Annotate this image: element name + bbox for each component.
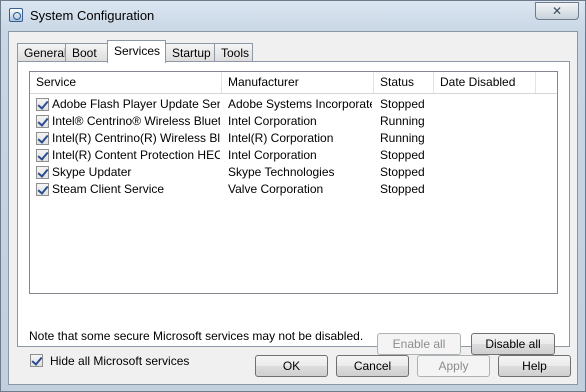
- service-status: Stopped: [380, 182, 425, 196]
- table-row[interactable]: Skype Updater Skype Technologies Stopped: [30, 164, 557, 181]
- hide-microsoft-services-label: Hide all Microsoft services: [50, 354, 190, 368]
- service-manufacturer: Adobe Systems Incorporated: [228, 97, 372, 111]
- service-name: Adobe Flash Player Update Service: [52, 97, 220, 111]
- tab-general[interactable]: General: [17, 43, 67, 62]
- service-checkbox[interactable]: [36, 183, 49, 196]
- title-bar[interactable]: System Configuration ✕: [1, 1, 585, 31]
- dialog-client-area: General Boot Services Startup Tools Serv…: [8, 31, 578, 385]
- service-date-disabled: [440, 130, 534, 147]
- service-manufacturer: Skype Technologies: [228, 165, 335, 179]
- service-checkbox[interactable]: [36, 166, 49, 179]
- service-status: Running: [380, 131, 425, 145]
- ok-button[interactable]: OK: [255, 355, 328, 377]
- hide-microsoft-services-checkbox[interactable]: [30, 354, 43, 367]
- service-name: Intel(R) Content Protection HEC...: [52, 148, 220, 162]
- enable-all-button[interactable]: Enable all: [377, 333, 461, 355]
- column-header-status[interactable]: Status: [374, 72, 434, 93]
- close-button[interactable]: ✕: [535, 2, 579, 20]
- tab-services[interactable]: Services: [107, 40, 166, 63]
- tab-startup[interactable]: Startup: [165, 43, 215, 62]
- service-checkbox[interactable]: [36, 149, 49, 162]
- service-date-disabled: [440, 113, 534, 130]
- checkmark-icon: [37, 98, 49, 110]
- service-date-disabled: [440, 96, 534, 113]
- apply-button[interactable]: Apply: [417, 355, 490, 377]
- services-tab-panel: Service Manufacturer Status Date Disable…: [17, 61, 570, 368]
- column-header-manufacturer[interactable]: Manufacturer: [222, 72, 374, 93]
- disable-all-button[interactable]: Disable all: [471, 333, 555, 355]
- service-manufacturer: Intel Corporation: [228, 148, 317, 162]
- window-title: System Configuration: [30, 8, 155, 23]
- table-row[interactable]: Intel® Centrino® Wireless Bluet... Intel…: [30, 113, 557, 130]
- service-name: Steam Client Service: [52, 182, 165, 196]
- table-row[interactable]: Steam Client Service Valve Corporation S…: [30, 181, 557, 198]
- service-manufacturer: Intel(R) Corporation: [228, 131, 334, 145]
- service-checkbox[interactable]: [36, 115, 49, 128]
- cancel-button[interactable]: Cancel: [336, 355, 409, 377]
- service-date-disabled: [440, 164, 534, 181]
- service-checkbox[interactable]: [36, 132, 49, 145]
- column-header-date-disabled[interactable]: Date Disabled: [434, 72, 536, 93]
- table-row[interactable]: Intel(R) Content Protection HEC... Intel…: [30, 147, 557, 164]
- table-row[interactable]: Intel(R) Centrino(R) Wireless Blu... Int…: [30, 130, 557, 147]
- service-name: Intel® Centrino® Wireless Bluet...: [52, 114, 220, 128]
- service-name: Intel(R) Centrino(R) Wireless Blu...: [52, 131, 220, 145]
- service-manufacturer: Valve Corporation: [228, 182, 324, 196]
- checkmark-icon: [37, 183, 49, 195]
- checkmark-icon: [37, 166, 49, 178]
- service-status: Stopped: [380, 97, 425, 111]
- tab-tools[interactable]: Tools: [214, 43, 253, 62]
- table-row[interactable]: Adobe Flash Player Update Service Adobe …: [30, 96, 557, 113]
- service-date-disabled: [440, 147, 534, 164]
- service-name: Skype Updater: [52, 165, 132, 179]
- service-status: Stopped: [380, 148, 425, 162]
- checkmark-icon: [31, 354, 43, 366]
- checkmark-icon: [37, 149, 49, 161]
- service-status: Running: [380, 114, 425, 128]
- checkmark-icon: [37, 115, 49, 127]
- system-configuration-window: System Configuration ✕ General Boot Serv…: [0, 0, 586, 392]
- services-list[interactable]: Service Manufacturer Status Date Disable…: [29, 71, 558, 294]
- tab-boot[interactable]: Boot: [65, 43, 108, 62]
- column-header-service[interactable]: Service: [30, 72, 222, 93]
- msconfig-icon: [9, 8, 23, 22]
- help-button[interactable]: Help: [498, 355, 571, 377]
- list-header: Service Manufacturer Status Date Disable…: [30, 72, 557, 94]
- service-manufacturer: Intel Corporation: [228, 114, 317, 128]
- service-checkbox[interactable]: [36, 98, 49, 111]
- service-status: Stopped: [380, 165, 425, 179]
- secure-services-note: Note that some secure Microsoft services…: [29, 329, 364, 343]
- service-date-disabled: [440, 181, 534, 198]
- checkmark-icon: [37, 132, 49, 144]
